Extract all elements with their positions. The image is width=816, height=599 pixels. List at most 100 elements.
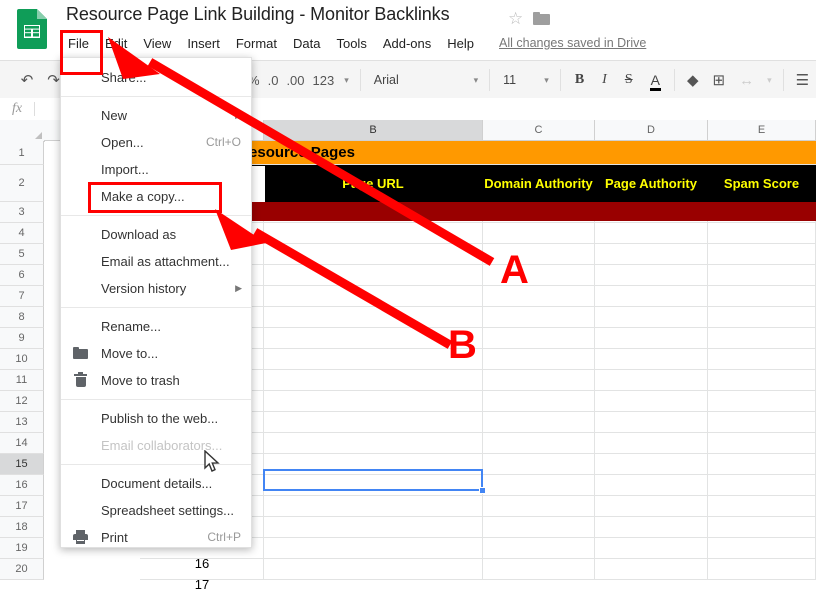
row-header-14[interactable]: 14 [0,433,44,454]
number-format-button[interactable]: 123 [309,73,339,88]
font-family-select[interactable]: Arial [366,73,468,87]
column-header-D[interactable]: D [595,120,708,141]
grid-cell[interactable] [708,286,816,307]
grid-cell[interactable] [708,349,816,370]
grid-cell[interactable] [264,412,483,433]
cell-A20[interactable]: 17 [140,574,264,595]
grid-cell[interactable] [708,454,816,475]
row-header-12[interactable]: 12 [0,391,44,412]
cell-B2-header-page-url[interactable]: Page URL [264,165,483,202]
file-menu-item-document-details[interactable]: Document details... [61,470,251,497]
font-size-select[interactable]: 11 [495,73,538,87]
grid-cell[interactable] [595,517,708,538]
grid-cell[interactable] [595,391,708,412]
grid-cell[interactable] [483,496,595,517]
cell-A19[interactable]: 16 [140,553,264,574]
undo-icon[interactable]: ↶ [14,73,41,88]
grid-cell[interactable] [595,223,708,244]
text-color-button[interactable]: A [642,72,669,91]
menu-data[interactable]: Data [285,33,328,55]
grid-cell[interactable] [483,349,595,370]
file-menu-item-move-to[interactable]: Move to... [61,340,251,367]
grid-cell[interactable] [595,265,708,286]
function-icon[interactable]: fx [0,101,34,117]
menu-format[interactable]: Format [228,33,285,55]
italic-button[interactable]: I [593,72,616,88]
grid-cell[interactable] [595,538,708,559]
file-menu-item-download-as[interactable]: Download as ▶ [61,221,251,248]
grid-cell[interactable] [708,307,816,328]
grid-cell[interactable] [595,328,708,349]
grid-cell[interactable] [595,475,708,496]
menu-addons[interactable]: Add-ons [375,33,439,55]
row-header-2[interactable]: 2 [0,165,44,202]
horizontal-align-icon[interactable]: ☰ [789,73,816,88]
row-header-6[interactable]: 6 [0,265,44,286]
file-menu-item-new[interactable]: New ▶ [61,102,251,129]
grid-cell[interactable] [483,454,595,475]
row-header-18[interactable]: 18 [0,517,44,538]
grid-cell[interactable] [483,307,595,328]
grid-cell[interactable] [264,391,483,412]
font-family-caret-icon[interactable]: ▾ [468,75,485,86]
row-header-16[interactable]: 16 [0,475,44,496]
grid-cell[interactable] [483,412,595,433]
star-icon[interactable]: ☆ [508,10,526,28]
cell-C2-header-domain-authority[interactable]: Domain Authority [483,165,595,202]
grid-cell[interactable] [708,517,816,538]
file-menu-item-move-to-trash[interactable]: Move to trash [61,367,251,394]
menu-tools[interactable]: Tools [328,33,374,55]
grid-cell[interactable] [264,244,483,265]
merge-caret-icon[interactable]: ▾ [761,75,778,86]
grid-cell[interactable] [483,517,595,538]
row-header-19[interactable]: 19 [0,538,44,559]
strikethrough-button[interactable]: S [616,72,642,88]
file-menu-item-print[interactable]: Print Ctrl+P [61,524,251,551]
row-header-1[interactable]: 1 [0,141,44,165]
grid-cell[interactable] [708,391,816,412]
cell-E2-header-spam-score[interactable]: Spam Score [708,165,816,202]
grid-cell[interactable] [264,559,483,580]
grid-cell[interactable] [595,307,708,328]
file-menu-item-open[interactable]: Open... Ctrl+O [61,129,251,156]
grid-cell[interactable] [708,496,816,517]
row-header-17[interactable]: 17 [0,496,44,517]
grid-cell[interactable] [483,391,595,412]
menu-help[interactable]: Help [439,33,482,55]
grid-cell[interactable] [483,538,595,559]
fill-color-icon[interactable]: ◆ [680,73,706,88]
column-header-E[interactable]: E [708,120,816,141]
font-size-caret-icon[interactable]: ▾ [538,75,555,86]
column-header-C[interactable]: C [483,120,595,141]
row-header-9[interactable]: 9 [0,328,44,349]
grid-cell[interactable] [483,328,595,349]
row-header-13[interactable]: 13 [0,412,44,433]
grid-cell[interactable] [264,265,483,286]
fill-handle[interactable] [479,487,486,494]
grid-cell[interactable] [708,475,816,496]
cell-D2-header-page-authority[interactable]: Page Authority [595,165,708,202]
grid-cell[interactable] [708,223,816,244]
file-menu-item-rename[interactable]: Rename... [61,313,251,340]
grid-cell[interactable] [595,559,708,580]
increase-decimal-button[interactable]: .00 [282,73,308,88]
grid-cell[interactable] [264,370,483,391]
grid-cell[interactable] [595,496,708,517]
row-header-5[interactable]: 5 [0,244,44,265]
grid-cell[interactable] [483,223,595,244]
grid-cell[interactable] [595,244,708,265]
document-title[interactable]: Resource Page Link Building - Monitor Ba… [66,4,450,25]
grid-cell[interactable] [595,370,708,391]
grid-cell[interactable] [264,223,483,244]
borders-icon[interactable]: ⊞ [706,73,733,88]
grid-cell[interactable] [708,559,816,580]
grid-cell[interactable] [483,559,595,580]
grid-cell[interactable] [708,538,816,559]
column-header-B[interactable]: B [264,120,483,141]
grid-cell[interactable] [595,349,708,370]
grid-cell[interactable] [708,412,816,433]
grid-cell[interactable] [708,328,816,349]
file-menu-item-email-as-attachment[interactable]: Email as attachment... [61,248,251,275]
file-menu-item-import[interactable]: Import... [61,156,251,183]
save-status-link[interactable]: All changes saved in Drive [499,36,646,50]
